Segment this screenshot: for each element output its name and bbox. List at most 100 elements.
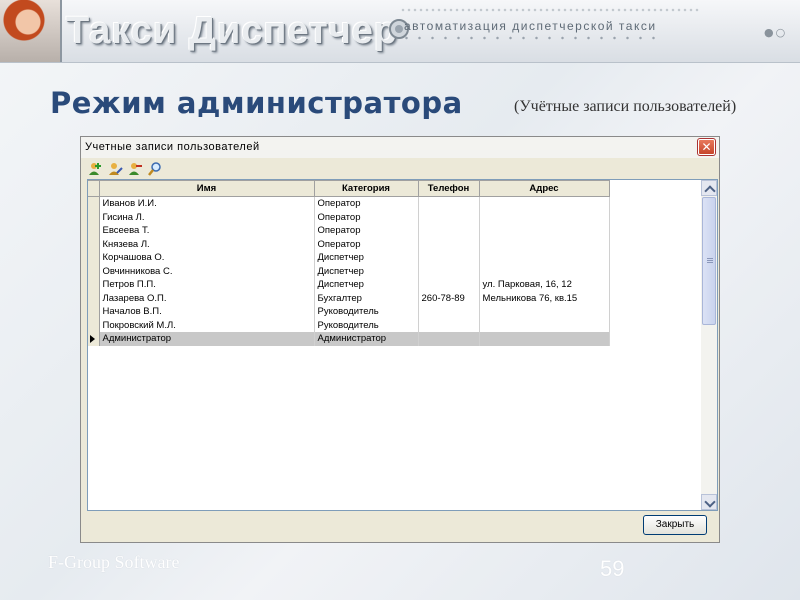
cell-address[interactable] — [478, 264, 610, 278]
column-header-phone[interactable]: Телефон — [417, 180, 480, 197]
slide-subheading: (Учётные записи пользователей) — [514, 98, 737, 115]
cell-phone[interactable] — [417, 332, 480, 346]
table-row[interactable]: Овчинникова С. Диспетчер — [88, 264, 610, 278]
edit-user-icon[interactable] — [107, 161, 123, 177]
cell-address[interactable] — [478, 237, 610, 251]
table-row[interactable]: Гисина Л. Оператор — [88, 210, 610, 224]
vertical-scrollbar[interactable] — [701, 180, 717, 510]
cell-category[interactable]: Оператор — [313, 210, 419, 224]
cell-category[interactable]: Руководитель — [313, 305, 419, 319]
window-close-icon[interactable]: ✕ — [697, 138, 716, 156]
row-indicator — [88, 318, 100, 332]
cell-phone[interactable] — [417, 264, 480, 278]
table-row[interactable]: Евсеева Т. Оператор — [88, 224, 610, 238]
row-indicator — [88, 224, 100, 238]
cell-phone[interactable] — [417, 305, 480, 319]
cell-address[interactable] — [478, 332, 610, 346]
cell-name[interactable]: Овчинникова С. — [98, 264, 315, 278]
close-button[interactable]: Закрыть — [643, 515, 707, 535]
column-header-address[interactable]: Адрес — [478, 180, 610, 197]
cell-category[interactable]: Бухгалтер — [313, 291, 419, 305]
cell-name[interactable]: Петров П.П. — [98, 278, 315, 292]
cell-phone[interactable] — [417, 318, 480, 332]
row-indicator-header — [88, 180, 100, 197]
banner-divider — [60, 0, 62, 62]
cell-category[interactable]: Оператор — [313, 224, 419, 238]
row-indicator — [88, 264, 100, 278]
scroll-thumb[interactable] — [702, 197, 716, 325]
banner-dots — [400, 36, 660, 40]
app-title: Такси Диспетчер — [66, 10, 399, 52]
app-subtitle: автоматизация диспетчерской такси — [404, 19, 657, 33]
cell-phone[interactable] — [417, 210, 480, 224]
cell-category[interactable]: Руководитель — [313, 318, 419, 332]
cell-category[interactable]: Диспетчер — [313, 278, 419, 292]
cell-phone[interactable] — [417, 251, 480, 265]
window-titlebar[interactable]: Учетные записи пользователей ✕ — [81, 137, 719, 158]
table-row[interactable]: Корчашова О. Диспетчер — [88, 251, 610, 265]
scroll-up-button[interactable] — [701, 180, 717, 197]
cell-address[interactable] — [478, 210, 610, 224]
header-banner: Такси Диспетчер автоматизация диспетчерс… — [0, 0, 800, 63]
search-icon[interactable] — [147, 161, 163, 177]
cell-name[interactable]: Началов В.П. — [98, 305, 315, 319]
scroll-down-button[interactable] — [701, 494, 717, 510]
row-indicator — [88, 196, 100, 211]
cell-name[interactable]: Евсеева Т. — [98, 224, 315, 238]
table-row[interactable]: Администратор Администратор — [88, 332, 610, 346]
cell-name[interactable]: Администратор — [98, 332, 315, 346]
cell-category[interactable]: Диспетчер — [313, 251, 419, 265]
cell-name[interactable]: Корчашова О. — [98, 251, 315, 265]
table-row[interactable]: Петров П.П. Диспетчер ул. Парковая, 16, 12 — [88, 278, 610, 292]
operator-photo — [0, 0, 60, 62]
current-row-arrow-icon — [90, 334, 95, 343]
cell-address[interactable]: ул. Парковая, 16, 12 — [478, 278, 610, 292]
slide-heading: Режим администратора — [50, 86, 463, 120]
cell-address[interactable]: Мельникова 76, кв.15 — [478, 291, 610, 305]
cell-phone[interactable]: 260-78-89 — [417, 291, 480, 305]
footer-company: F-Group Software — [48, 552, 180, 572]
row-indicator — [88, 210, 100, 224]
users-grid[interactable]: Имя Категория Телефон Адрес Иванов И.И. О… — [87, 179, 718, 511]
column-header-category[interactable]: Категория — [313, 180, 419, 197]
table-row[interactable]: Князева Л. Оператор — [88, 237, 610, 251]
table-row[interactable]: Началов В.П. Руководитель — [88, 305, 610, 319]
window-title: Учетные записи пользователей — [85, 141, 260, 153]
cell-name[interactable]: Покровский М.Л. — [98, 318, 315, 332]
cell-category[interactable]: Администратор — [313, 332, 419, 346]
cell-category[interactable]: Оператор — [313, 237, 419, 251]
cell-category[interactable]: Оператор — [313, 196, 419, 211]
cell-name[interactable]: Лазарева О.П. — [98, 291, 315, 305]
table-header-row: Имя Категория Телефон Адрес — [88, 180, 610, 197]
cell-name[interactable]: Иванов И.И. — [98, 196, 315, 211]
column-header-name[interactable]: Имя — [98, 180, 315, 197]
cell-phone[interactable] — [417, 196, 480, 211]
cell-address[interactable] — [478, 318, 610, 332]
delete-user-icon[interactable] — [127, 161, 143, 177]
row-indicator — [88, 237, 100, 251]
row-indicator — [88, 332, 100, 346]
cell-phone[interactable] — [417, 237, 480, 251]
row-indicator — [88, 251, 100, 265]
user-accounts-window: Учетные записи пользователей ✕ Имя Катег… — [80, 136, 720, 543]
cell-address[interactable] — [478, 224, 610, 238]
row-indicator — [88, 291, 100, 305]
cell-address[interactable] — [478, 305, 610, 319]
table-row[interactable]: Лазарева О.П. Бухгалтер 260-78-89 Мельников… — [88, 291, 610, 305]
cell-address[interactable] — [478, 251, 610, 265]
table-row[interactable]: Иванов И.И. Оператор — [88, 196, 610, 211]
add-user-icon[interactable] — [87, 161, 103, 177]
users-table: Имя Категория Телефон Адрес Иванов И.И. О… — [88, 180, 610, 346]
table-row[interactable]: Покровский М.Л. Руководитель — [88, 318, 610, 332]
cell-name[interactable]: Князева Л. — [98, 237, 315, 251]
cell-phone[interactable] — [417, 278, 480, 292]
cell-name[interactable]: Гисина Л. — [98, 210, 315, 224]
page-number: 59 — [600, 556, 625, 581]
banner-circles-icon: ●○ — [764, 26, 788, 39]
cell-address[interactable] — [478, 196, 610, 211]
banner-decoration — [400, 8, 700, 12]
cell-category[interactable]: Диспетчер — [313, 264, 419, 278]
row-indicator — [88, 305, 100, 319]
row-indicator — [88, 278, 100, 292]
cell-phone[interactable] — [417, 224, 480, 238]
